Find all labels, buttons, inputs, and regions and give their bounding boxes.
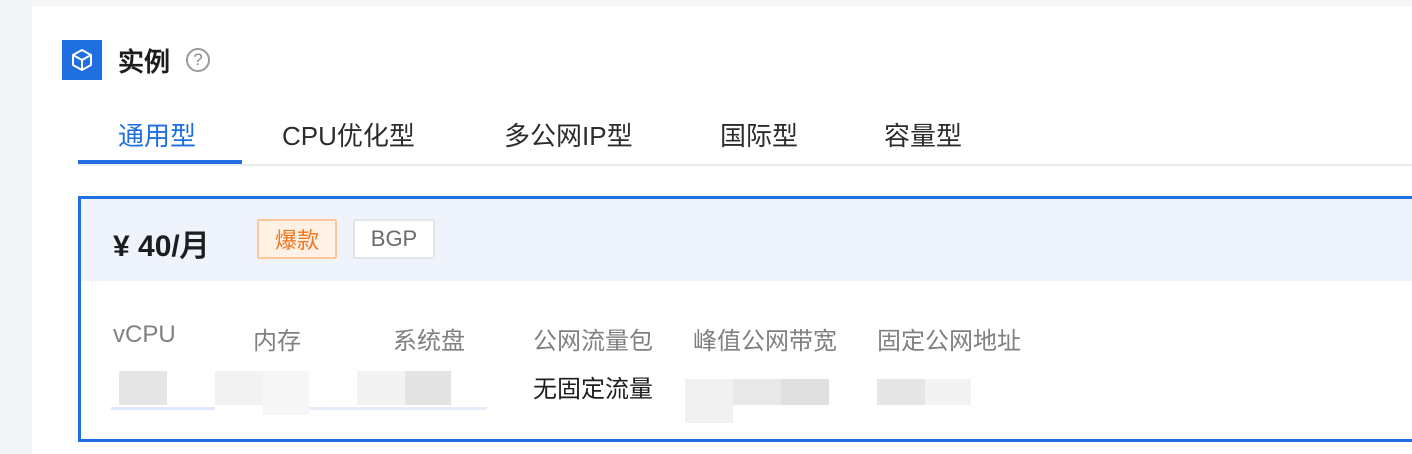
section-title: 实例 [118,46,171,77]
spec-label-traffic-package: 公网流量包 [533,328,653,355]
help-icon[interactable]: ? [186,48,211,72]
spec-label-fixed-public-ip: 固定公网地址 [877,328,1021,355]
tab-capacity[interactable]: 容量型 [884,116,962,153]
spec-label-peak-bandwidth: 峰值公网带宽 [693,328,837,355]
instance-plan-card[interactable]: ¥ 40/月 爆款 BGP vCPU 内存 系统盘 公网流量包 峰值公网带宽 固… [78,196,1412,442]
plan-card-header: ¥ 40/月 爆款 BGP [81,199,1412,281]
tab-multi-public-ip[interactable]: 多公网IP型 [504,116,633,153]
section-header: 实例 ? [62,40,211,80]
tab-international[interactable]: 国际型 [720,116,798,153]
spec-label-memory: 内存 [253,328,301,355]
spec-label-vcpu: vCPU [113,321,176,348]
hot-badge: 爆款 [257,219,337,259]
spec-value-traffic-package: 无固定流量 [533,376,653,403]
instance-type-tabs: 通用型 CPU优化型 多公网IP型 国际型 容量型 [78,108,1412,166]
active-tab-indicator [78,160,242,164]
bgp-badge: BGP [353,219,435,259]
spec-label-system-disk: 系统盘 [393,328,465,355]
tab-general[interactable]: 通用型 [118,116,196,153]
instance-panel: 实例 ? 通用型 CPU优化型 多公网IP型 国际型 容量型 ¥ 40/月 爆款… [32,6,1412,454]
plan-price: ¥ 40/月 [113,230,210,263]
tab-cpu-optimized[interactable]: CPU优化型 [282,116,415,153]
cube-icon [62,40,102,80]
